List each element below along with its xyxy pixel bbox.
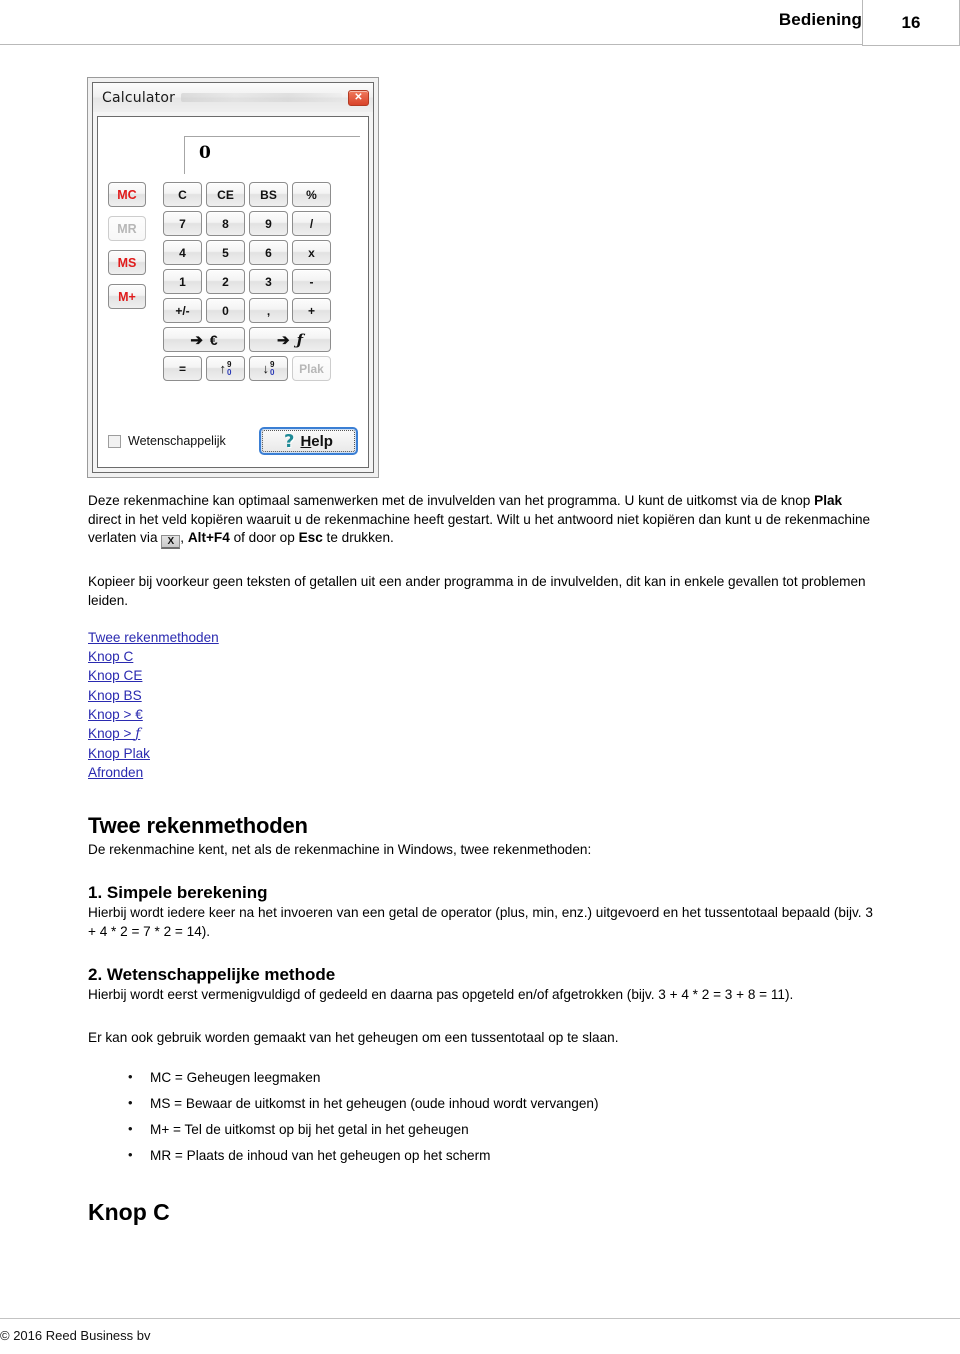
link-knop-euro[interactable]: Knop > € bbox=[88, 705, 143, 724]
link-knop-plak[interactable]: Knop Plak bbox=[88, 744, 150, 763]
subheading-wetenschappelijke-methode: 2. Wetenschappelijke methode bbox=[88, 965, 336, 985]
footer-copyright: © 2016 Reed Business bv bbox=[0, 1328, 151, 1343]
subheading-simpele-berekening: 1. Simpele berekening bbox=[88, 883, 268, 903]
arrow-right-icon: ➔ bbox=[190, 331, 203, 349]
key-9[interactable]: 9 bbox=[249, 211, 288, 236]
calculator-titlebar: Calculator ✕ bbox=[93, 83, 373, 112]
document-content: Deze rekenmachine kan optimaal samenwerk… bbox=[88, 492, 878, 1226]
warning-paragraph: Kopieer bij voorkeur geen teksten of get… bbox=[88, 574, 866, 608]
list-item: MS = Bewaar de uitkomst in het geheugen … bbox=[128, 1090, 878, 1117]
question-mark-icon: ? bbox=[284, 430, 295, 452]
guilder-icon: ƒ bbox=[135, 726, 141, 743]
link-knop-guilder[interactable]: Knop > ƒ bbox=[88, 724, 140, 744]
section-heading-twee-rekenmethoden: Twee rekenmethoden bbox=[88, 812, 308, 838]
memory-button-column: MC MR MS M+ bbox=[108, 182, 146, 309]
key-percent[interactable]: % bbox=[292, 182, 331, 207]
list-item: MR = Plaats de inhoud van het geheugen o… bbox=[128, 1142, 878, 1169]
key-decimal-comma[interactable]: , bbox=[249, 298, 288, 323]
arrow-right-icon: ➔ bbox=[276, 331, 290, 349]
footer-divider bbox=[0, 1318, 960, 1319]
wetenschappelijke-methode-text: Hierbij wordt eerst vermenigvuldigd of g… bbox=[88, 987, 794, 1003]
close-x-icon: X bbox=[161, 535, 181, 549]
calculator-display: 0 bbox=[184, 136, 360, 174]
calculator-body: 0 MC MR MS M+ C CE BS % 7 8 9 / 4 5 6 x bbox=[97, 116, 369, 468]
euro-icon: € bbox=[209, 331, 218, 348]
memory-clear-button[interactable]: MC bbox=[108, 182, 146, 207]
paste-button[interactable]: Plak bbox=[292, 356, 331, 381]
round-down-button[interactable]: ↓ 9 0 bbox=[249, 356, 288, 381]
esc-bold: Esc bbox=[298, 530, 323, 545]
related-links-list: Twee rekenmethoden Knop C Knop CE Knop B… bbox=[88, 628, 878, 783]
calculator-window: Calculator ✕ 0 MC MR MS M+ C CE BS % 7 8 bbox=[92, 82, 374, 473]
link-knop-bs[interactable]: Knop BS bbox=[88, 686, 142, 705]
page-header: Bediening 16 bbox=[0, 0, 960, 46]
page-title: Bediening bbox=[778, 10, 862, 29]
help-button-label: Help bbox=[300, 433, 333, 450]
close-icon[interactable]: ✕ bbox=[348, 89, 369, 106]
link-knop-ce[interactable]: Knop CE bbox=[88, 666, 142, 685]
key-4[interactable]: 4 bbox=[163, 240, 202, 265]
altf4-bold: Alt+F4 bbox=[187, 530, 230, 545]
simpele-berekening-text: Hierbij wordt iedere keer na het invoere… bbox=[88, 905, 873, 939]
key-sign-toggle[interactable]: +/- bbox=[163, 298, 202, 323]
key-7[interactable]: 7 bbox=[163, 211, 202, 236]
list-item: MC = Geheugen leegmaken bbox=[128, 1064, 878, 1091]
key-clear-entry[interactable]: CE bbox=[206, 182, 245, 207]
memory-recall-button[interactable]: MR bbox=[108, 216, 146, 241]
section-heading-knop-c: Knop C bbox=[88, 1199, 170, 1226]
calculator-screenshot: Calculator ✕ 0 MC MR MS M+ C CE BS % 7 8 bbox=[87, 77, 379, 478]
link-knop-guilder-text: Knop > bbox=[88, 726, 136, 742]
memory-add-button[interactable]: M+ bbox=[108, 284, 146, 309]
intro-text-part3: , bbox=[180, 530, 188, 545]
page-number-box: 16 bbox=[862, 0, 960, 46]
key-backspace[interactable]: BS bbox=[249, 182, 288, 207]
key-3[interactable]: 3 bbox=[249, 269, 288, 294]
scientific-checkbox[interactable] bbox=[108, 434, 121, 448]
convert-to-euro-button[interactable]: ➔ € bbox=[163, 327, 245, 352]
plak-bold: Plak bbox=[814, 493, 843, 508]
key-clear[interactable]: C bbox=[163, 182, 202, 207]
key-2[interactable]: 2 bbox=[206, 269, 245, 294]
key-5[interactable]: 5 bbox=[206, 240, 245, 265]
help-label-rest: elp bbox=[311, 432, 333, 450]
link-knop-c[interactable]: Knop C bbox=[88, 647, 133, 666]
convert-to-guilder-button[interactable]: ➔ ƒ bbox=[249, 327, 331, 352]
intro-paragraph: Deze rekenmachine kan optimaal samenwerk… bbox=[88, 492, 878, 549]
display-value: 0 bbox=[199, 143, 211, 163]
intro-text-part5: te drukken. bbox=[322, 530, 394, 545]
calculator-footer-row: Wetenschappelijk ? Help bbox=[108, 427, 358, 455]
round-down-bottom-digit: 0 bbox=[270, 367, 275, 377]
key-8[interactable]: 8 bbox=[206, 211, 245, 236]
link-twee-rekenmethoden[interactable]: Twee rekenmethoden bbox=[88, 628, 219, 647]
memory-store-button[interactable]: MS bbox=[108, 250, 146, 275]
key-0[interactable]: 0 bbox=[206, 298, 245, 323]
arrow-down-icon: ↓ bbox=[262, 361, 270, 376]
key-equals[interactable]: = bbox=[163, 356, 202, 381]
titlebar-blurred-region bbox=[181, 93, 342, 102]
intro-text-part1: Deze rekenmachine kan optimaal samenwerk… bbox=[88, 493, 815, 508]
key-1[interactable]: 1 bbox=[163, 269, 202, 294]
twee-rekenmethoden-intro: De rekenmachine kent, net als de rekenma… bbox=[88, 841, 592, 857]
round-up-bottom-digit: 0 bbox=[227, 367, 232, 377]
arrow-up-icon: ↑ bbox=[219, 361, 227, 376]
link-afronden[interactable]: Afronden bbox=[88, 763, 143, 782]
header-divider bbox=[0, 44, 862, 45]
intro-text-part4: of door op bbox=[229, 530, 299, 545]
memory-functions-list: MC = Geheugen leegmaken MS = Bewaar de u… bbox=[88, 1064, 878, 1169]
geheugen-intro-text: Er kan ook gebruik worden gemaakt van he… bbox=[88, 1029, 619, 1045]
round-up-button[interactable]: ↑ 9 0 bbox=[206, 356, 245, 381]
key-divide[interactable]: / bbox=[292, 211, 331, 236]
key-multiply[interactable]: x bbox=[292, 240, 331, 265]
calculator-title: Calculator bbox=[102, 89, 176, 106]
key-6[interactable]: 6 bbox=[249, 240, 288, 265]
calculator-keypad: C CE BS % 7 8 9 / 4 5 6 x 1 2 3 - +/- 0 … bbox=[163, 182, 331, 381]
scientific-checkbox-label: Wetenschappelijk bbox=[128, 434, 226, 448]
key-minus[interactable]: - bbox=[292, 269, 331, 294]
help-accel-letter: H bbox=[300, 432, 312, 450]
guilder-icon: ƒ bbox=[296, 330, 304, 349]
key-plus[interactable]: + bbox=[292, 298, 331, 323]
help-button[interactable]: ? Help bbox=[259, 427, 358, 455]
list-item: M+ = Tel de uitkomst op bij het getal in… bbox=[128, 1116, 878, 1143]
